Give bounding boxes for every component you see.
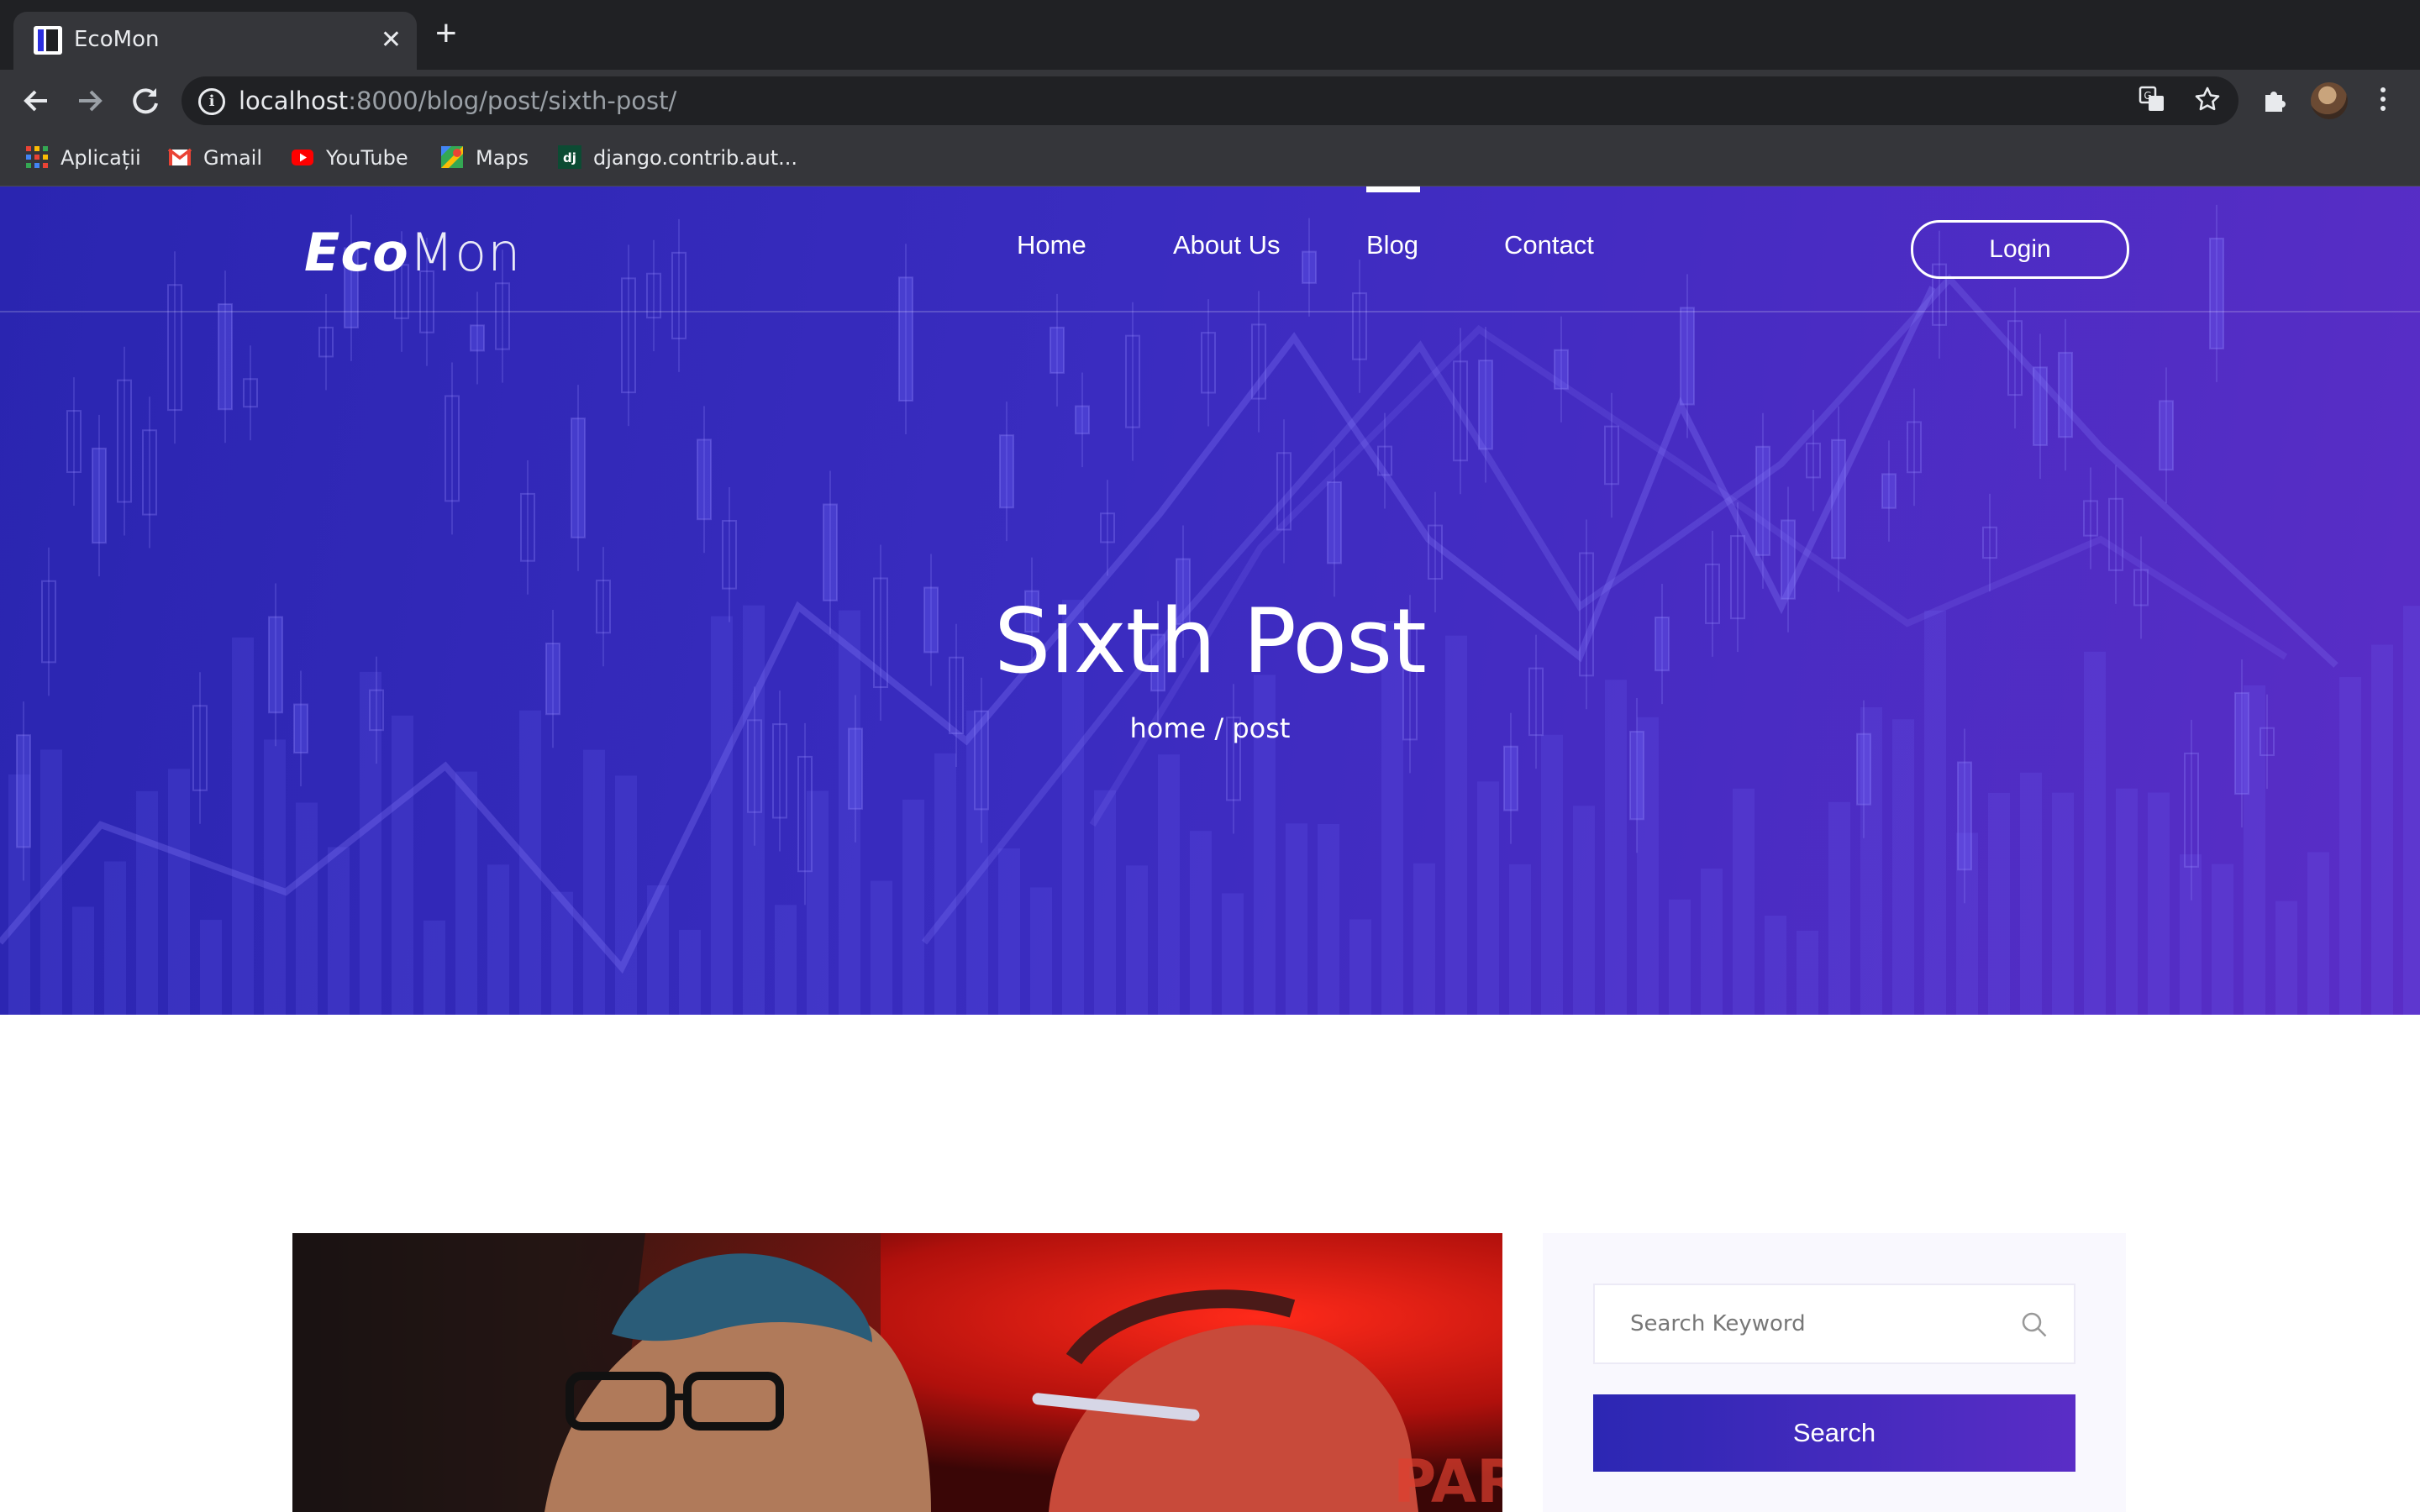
bookmark-apps[interactable]: Aplicații <box>25 143 141 173</box>
bookmark-gmail[interactable]: Gmail <box>167 143 262 173</box>
nav-active-indicator <box>1366 186 1420 192</box>
bookmark-maps[interactable]: Maps <box>440 143 529 173</box>
profile-avatar[interactable] <box>2311 82 2348 119</box>
bookmarks-bar: Aplicații Gmail YouTube Maps dj django.c… <box>0 133 2420 186</box>
tab-title: EcoMon <box>74 27 160 52</box>
search-input[interactable] <box>1595 1285 2074 1362</box>
site-logo[interactable]: EcoMon <box>304 222 521 283</box>
django-icon: dj <box>558 145 581 169</box>
extensions-puzzle-icon[interactable] <box>2260 85 2289 120</box>
nav-home[interactable]: Home <box>1017 230 1086 260</box>
forward-arrow-icon[interactable] <box>69 80 111 122</box>
browser-tab-strip: EcoMon ✕ + <box>0 0 2420 70</box>
search-field <box>1593 1284 2075 1364</box>
hero-banner: EcoMon Home About Us Blog Contact Login … <box>0 186 2420 1015</box>
close-tab-icon[interactable]: ✕ <box>381 24 402 57</box>
page-title: Sixth Post <box>994 590 1427 693</box>
translate-icon[interactable]: G <box>2138 85 2166 120</box>
breadcrumb: home / post <box>1129 712 1291 744</box>
login-button[interactable]: Login <box>1911 220 2129 279</box>
post-featured-image: PARE <box>292 1233 1502 1512</box>
search-button[interactable]: Search <box>1593 1394 2075 1472</box>
reload-icon[interactable] <box>124 80 166 122</box>
site-favicon-icon <box>34 26 62 55</box>
more-menu-icon[interactable] <box>2375 85 2391 120</box>
youtube-icon <box>291 145 314 169</box>
gmail-icon <box>167 145 192 169</box>
apps-grid-icon <box>25 145 49 169</box>
svg-text:dj: dj <box>563 150 576 165</box>
address-bar[interactable]: i localhost:8000/blog/post/sixth-post/ G <box>182 76 2238 125</box>
maps-icon <box>440 145 464 169</box>
svg-text:PARE: PARE <box>1393 1447 1502 1512</box>
back-arrow-icon[interactable] <box>15 80 57 122</box>
bookmark-star-icon[interactable] <box>2193 85 2222 120</box>
browser-toolbar: i localhost:8000/blog/post/sixth-post/ G <box>0 70 2420 133</box>
site-info-icon[interactable]: i <box>198 88 225 115</box>
svg-text:G: G <box>2144 90 2151 102</box>
browser-tab[interactable]: EcoMon ✕ <box>13 12 417 70</box>
new-tab-icon[interactable]: + <box>435 15 457 52</box>
nav-blog[interactable]: Blog <box>1366 230 1418 260</box>
search-icon[interactable] <box>2020 1310 2049 1339</box>
url-text[interactable]: localhost:8000/blog/post/sixth-post/ <box>239 87 676 115</box>
bookmark-django[interactable]: dj django.contrib.aut... <box>558 143 797 173</box>
nav-contact[interactable]: Contact <box>1504 230 1594 260</box>
nav-about-us[interactable]: About Us <box>1173 230 1281 260</box>
bookmark-youtube[interactable]: YouTube <box>291 143 408 173</box>
blog-sidebar: Search <box>1543 1233 2126 1512</box>
site-header: EcoMon Home About Us Blog Contact Login <box>0 186 2420 312</box>
